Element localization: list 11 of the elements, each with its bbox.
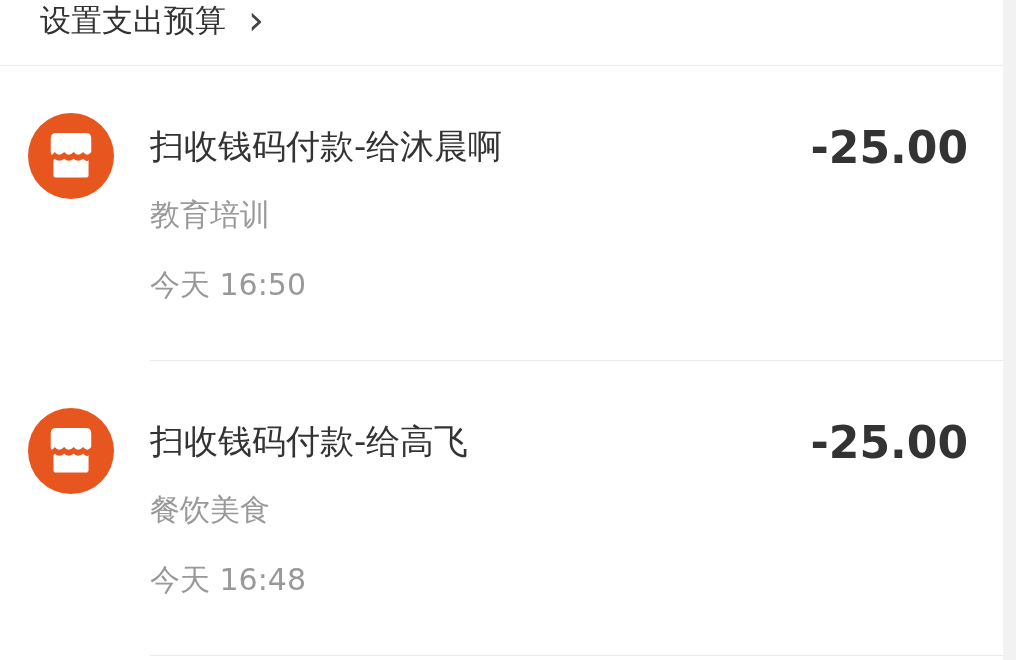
- transaction-category: 餐饮美食: [150, 491, 271, 529]
- budget-link[interactable]: 设置支出预算 ›: [40, 2, 264, 38]
- shop-icon: [28, 408, 114, 494]
- transaction-title: 扫收钱码付款-给沐晨啊: [150, 125, 503, 168]
- transaction-time: 今天 16:50: [150, 266, 307, 304]
- transaction-title: 扫收钱码付款-给高飞: [150, 420, 469, 463]
- transaction-time: 今天 16:48: [150, 561, 307, 599]
- transaction-amount: -25.00: [810, 121, 968, 173]
- transaction-amount: -25.00: [810, 416, 968, 468]
- shop-icon: [28, 113, 114, 199]
- transaction-category: 教育培训: [150, 196, 271, 234]
